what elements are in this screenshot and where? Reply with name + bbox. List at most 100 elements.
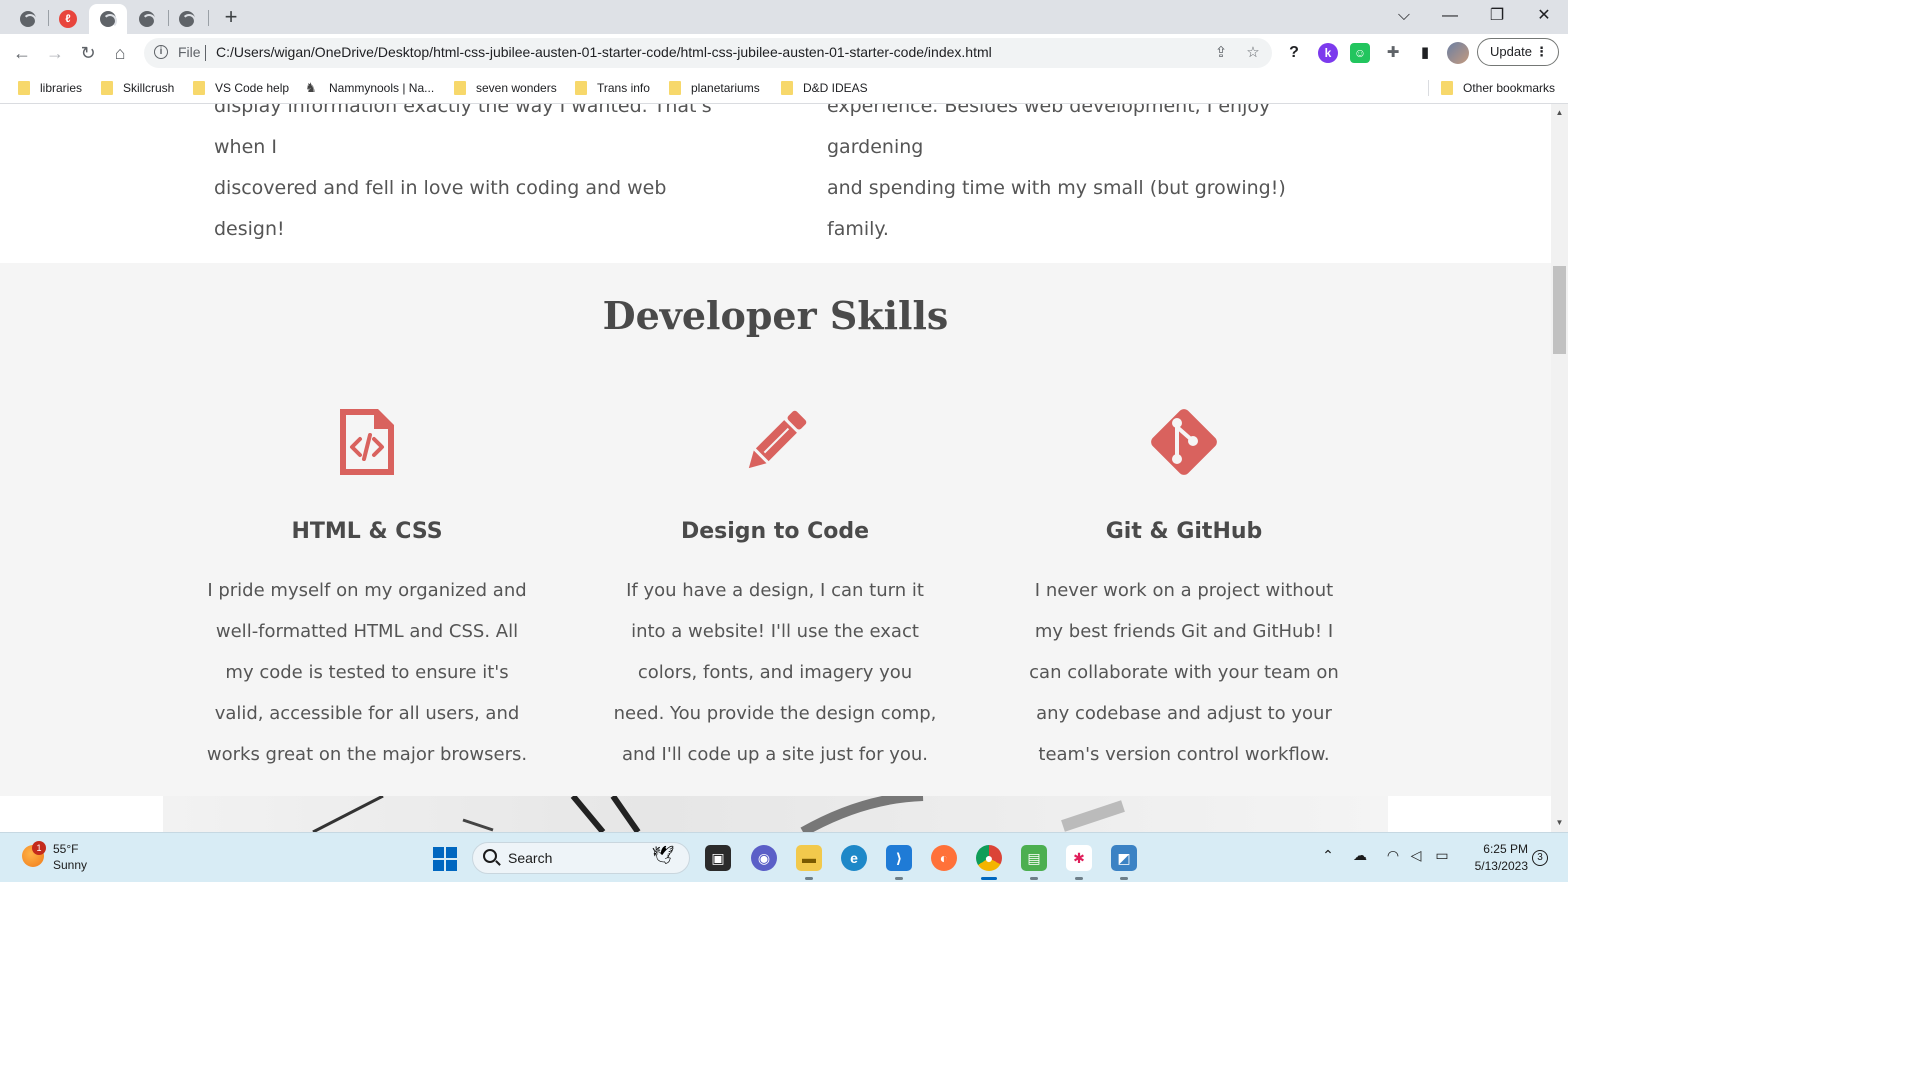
bookmark-folder[interactable]: VS Code help <box>193 78 289 98</box>
slack-icon[interactable]: ✱ <box>1066 845 1092 871</box>
profile-avatar[interactable] <box>1447 42 1469 64</box>
browser-tab[interactable] <box>9 4 47 34</box>
tab-strip: ℓ + ⌵ — ❐ ✕ <box>0 0 1568 34</box>
about-line: and spending time with my small (but gro… <box>827 177 1286 240</box>
info-icon[interactable]: i <box>154 45 168 59</box>
onedrive-cloud-icon[interactable]: ☁ <box>1350 847 1370 864</box>
bookmark-folder[interactable]: Trans info <box>575 78 650 98</box>
scrollbar-thumb[interactable] <box>1553 266 1566 354</box>
reload-button[interactable]: ↻ <box>75 40 101 66</box>
weather-condition: Sunny <box>53 858 88 872</box>
virtual-desktop-icon[interactable]: ▤ <box>1021 845 1047 871</box>
vscode-icon[interactable]: ⟩ <box>886 845 912 871</box>
bookmark-label: D&D IDEAS <box>803 81 868 95</box>
skill-description: If you have a design, I can turn it into… <box>613 580 937 765</box>
page-viewport: display information exactly the way I wa… <box>0 104 1551 832</box>
clock-date: 5/13/2023 <box>1474 859 1528 873</box>
back-button[interactable]: ← <box>9 40 35 66</box>
share-icon[interactable]: ⇪ <box>1212 44 1230 62</box>
url-text[interactable]: C:/Users/wigan/OneDrive/Desktop/html-css… <box>216 44 992 60</box>
skill-card-design-to-code: Design to Code If you have a design, I c… <box>610 403 940 775</box>
browser-tab[interactable]: ℓ <box>49 4 87 34</box>
folder-icon <box>669 81 681 95</box>
photos-icon[interactable]: ◩ <box>1111 845 1137 871</box>
skill-name: Git & GitHub <box>1105 519 1263 544</box>
skill-card-git-github: Git & GitHub I never work on a project w… <box>1019 403 1349 775</box>
scroll-down-arrow-icon[interactable]: ▼ <box>1551 816 1568 830</box>
bookmark-label: libraries <box>40 81 83 95</box>
chrome-icon[interactable]: ● <box>976 845 1002 871</box>
edge-icon[interactable]: e <box>841 845 867 871</box>
scroll-up-arrow-icon[interactable]: ▲ <box>1551 106 1568 120</box>
taskbar-search[interactable]: Search 🕊 <box>472 842 690 874</box>
chat-icon[interactable]: ◉ <box>751 845 777 871</box>
about-line: display information exactly the way I wa… <box>214 104 712 158</box>
extension-k-icon[interactable]: k <box>1318 43 1338 63</box>
extension-help-icon[interactable]: ? <box>1284 43 1304 63</box>
show-hidden-icons-chevron-icon[interactable]: ⌃ <box>1318 847 1338 864</box>
extensions-puzzle-icon[interactable]: ✚ <box>1383 43 1403 63</box>
page-scrollbar[interactable]: ▲ ▼ <box>1551 104 1568 832</box>
other-bookmarks-folder[interactable]: Other bookmarks <box>1441 78 1555 98</box>
firefox-icon[interactable]: ◐ <box>931 845 957 871</box>
search-highlight-icon: 🕊 <box>651 845 675 865</box>
clock[interactable]: 6:25 PM 5/13/2023 <box>1464 841 1528 875</box>
minimize-button[interactable]: — <box>1430 4 1470 28</box>
file-explorer-icon[interactable]: ▬ <box>796 845 822 871</box>
bookmark-label: planetariums <box>691 81 760 95</box>
git-icon <box>1151 409 1217 475</box>
start-button[interactable] <box>433 847 457 871</box>
bookmark-folder[interactable]: planetariums <box>669 78 760 98</box>
globe-icon <box>139 11 156 28</box>
globe-icon <box>20 11 37 28</box>
bookmark-label: seven wonders <box>476 81 557 95</box>
bookmark-label: Skillcrush <box>123 81 175 95</box>
new-tab-button[interactable]: + <box>220 6 242 28</box>
restore-button[interactable]: ❐ <box>1477 4 1517 28</box>
folder-icon <box>454 81 466 95</box>
bookmark-label: Other bookmarks <box>1463 81 1556 95</box>
weather-temperature: 55°F <box>53 842 79 856</box>
windows-taskbar: 1 55°F Sunny Search 🕊 ▣ ◉ ▬ e ⟩ ◐ ● ▤ ✱ … <box>0 832 1568 882</box>
skill-name: HTML & CSS <box>291 519 443 544</box>
browser-tab[interactable] <box>128 4 166 34</box>
bookmark-folder[interactable]: libraries <box>18 78 82 98</box>
url-scheme-label: File <box>178 44 201 60</box>
extension-grammar-icon[interactable]: ☺ <box>1350 43 1370 63</box>
address-bar[interactable]: i File C:/Users/wigan/OneDrive/Desktop/h… <box>144 38 1272 68</box>
task-view-icon[interactable]: ▣ <box>705 845 731 871</box>
browser-tab[interactable] <box>168 4 206 34</box>
browser-tab-active[interactable] <box>89 4 127 34</box>
wizard-icon: ♞ <box>305 80 317 95</box>
bookmark-link[interactable]: ♞ Nammynools | Na... <box>305 78 434 98</box>
bookmark-label: Nammynools | Na... <box>329 81 435 95</box>
section-title: Developer Skills <box>602 293 949 338</box>
about-text-left: display information exactly the way I wa… <box>214 104 734 250</box>
update-label: Update <box>1490 44 1532 59</box>
close-window-button[interactable]: ✕ <box>1524 4 1564 28</box>
folder-icon <box>193 81 205 95</box>
tab-search-icon[interactable]: ⌵ <box>1384 4 1424 28</box>
file-code-icon <box>340 409 394 475</box>
update-button[interactable]: Update ⋮ <box>1477 38 1559 66</box>
acrobat-icon: ℓ <box>59 10 77 28</box>
bookmark-star-icon[interactable]: ☆ <box>1244 44 1262 62</box>
search-icon <box>483 849 497 863</box>
notification-count-badge[interactable]: 3 <box>1532 850 1548 866</box>
menu-dots-icon: ⋮ <box>1535 44 1548 59</box>
side-panel-icon[interactable]: ▮ <box>1415 43 1435 63</box>
wifi-icon[interactable]: ◠ <box>1383 847 1403 864</box>
weather-badge: 1 <box>32 841 46 855</box>
clock-time: 6:25 PM <box>1483 842 1528 856</box>
bookmark-folder[interactable]: seven wonders <box>454 78 557 98</box>
battery-icon[interactable]: ▭ <box>1432 847 1452 864</box>
home-button[interactable]: ⌂ <box>107 40 133 66</box>
bookmark-folder[interactable]: Skillcrush <box>101 78 174 98</box>
forward-button[interactable]: → <box>42 40 68 66</box>
folder-icon <box>575 81 587 95</box>
folder-icon <box>781 81 793 95</box>
volume-icon[interactable]: ◁ <box>1406 847 1426 864</box>
globe-icon <box>179 11 196 28</box>
bookmark-folder[interactable]: D&D IDEAS <box>781 78 868 98</box>
about-line: experience. Besides web development, I e… <box>827 104 1271 158</box>
